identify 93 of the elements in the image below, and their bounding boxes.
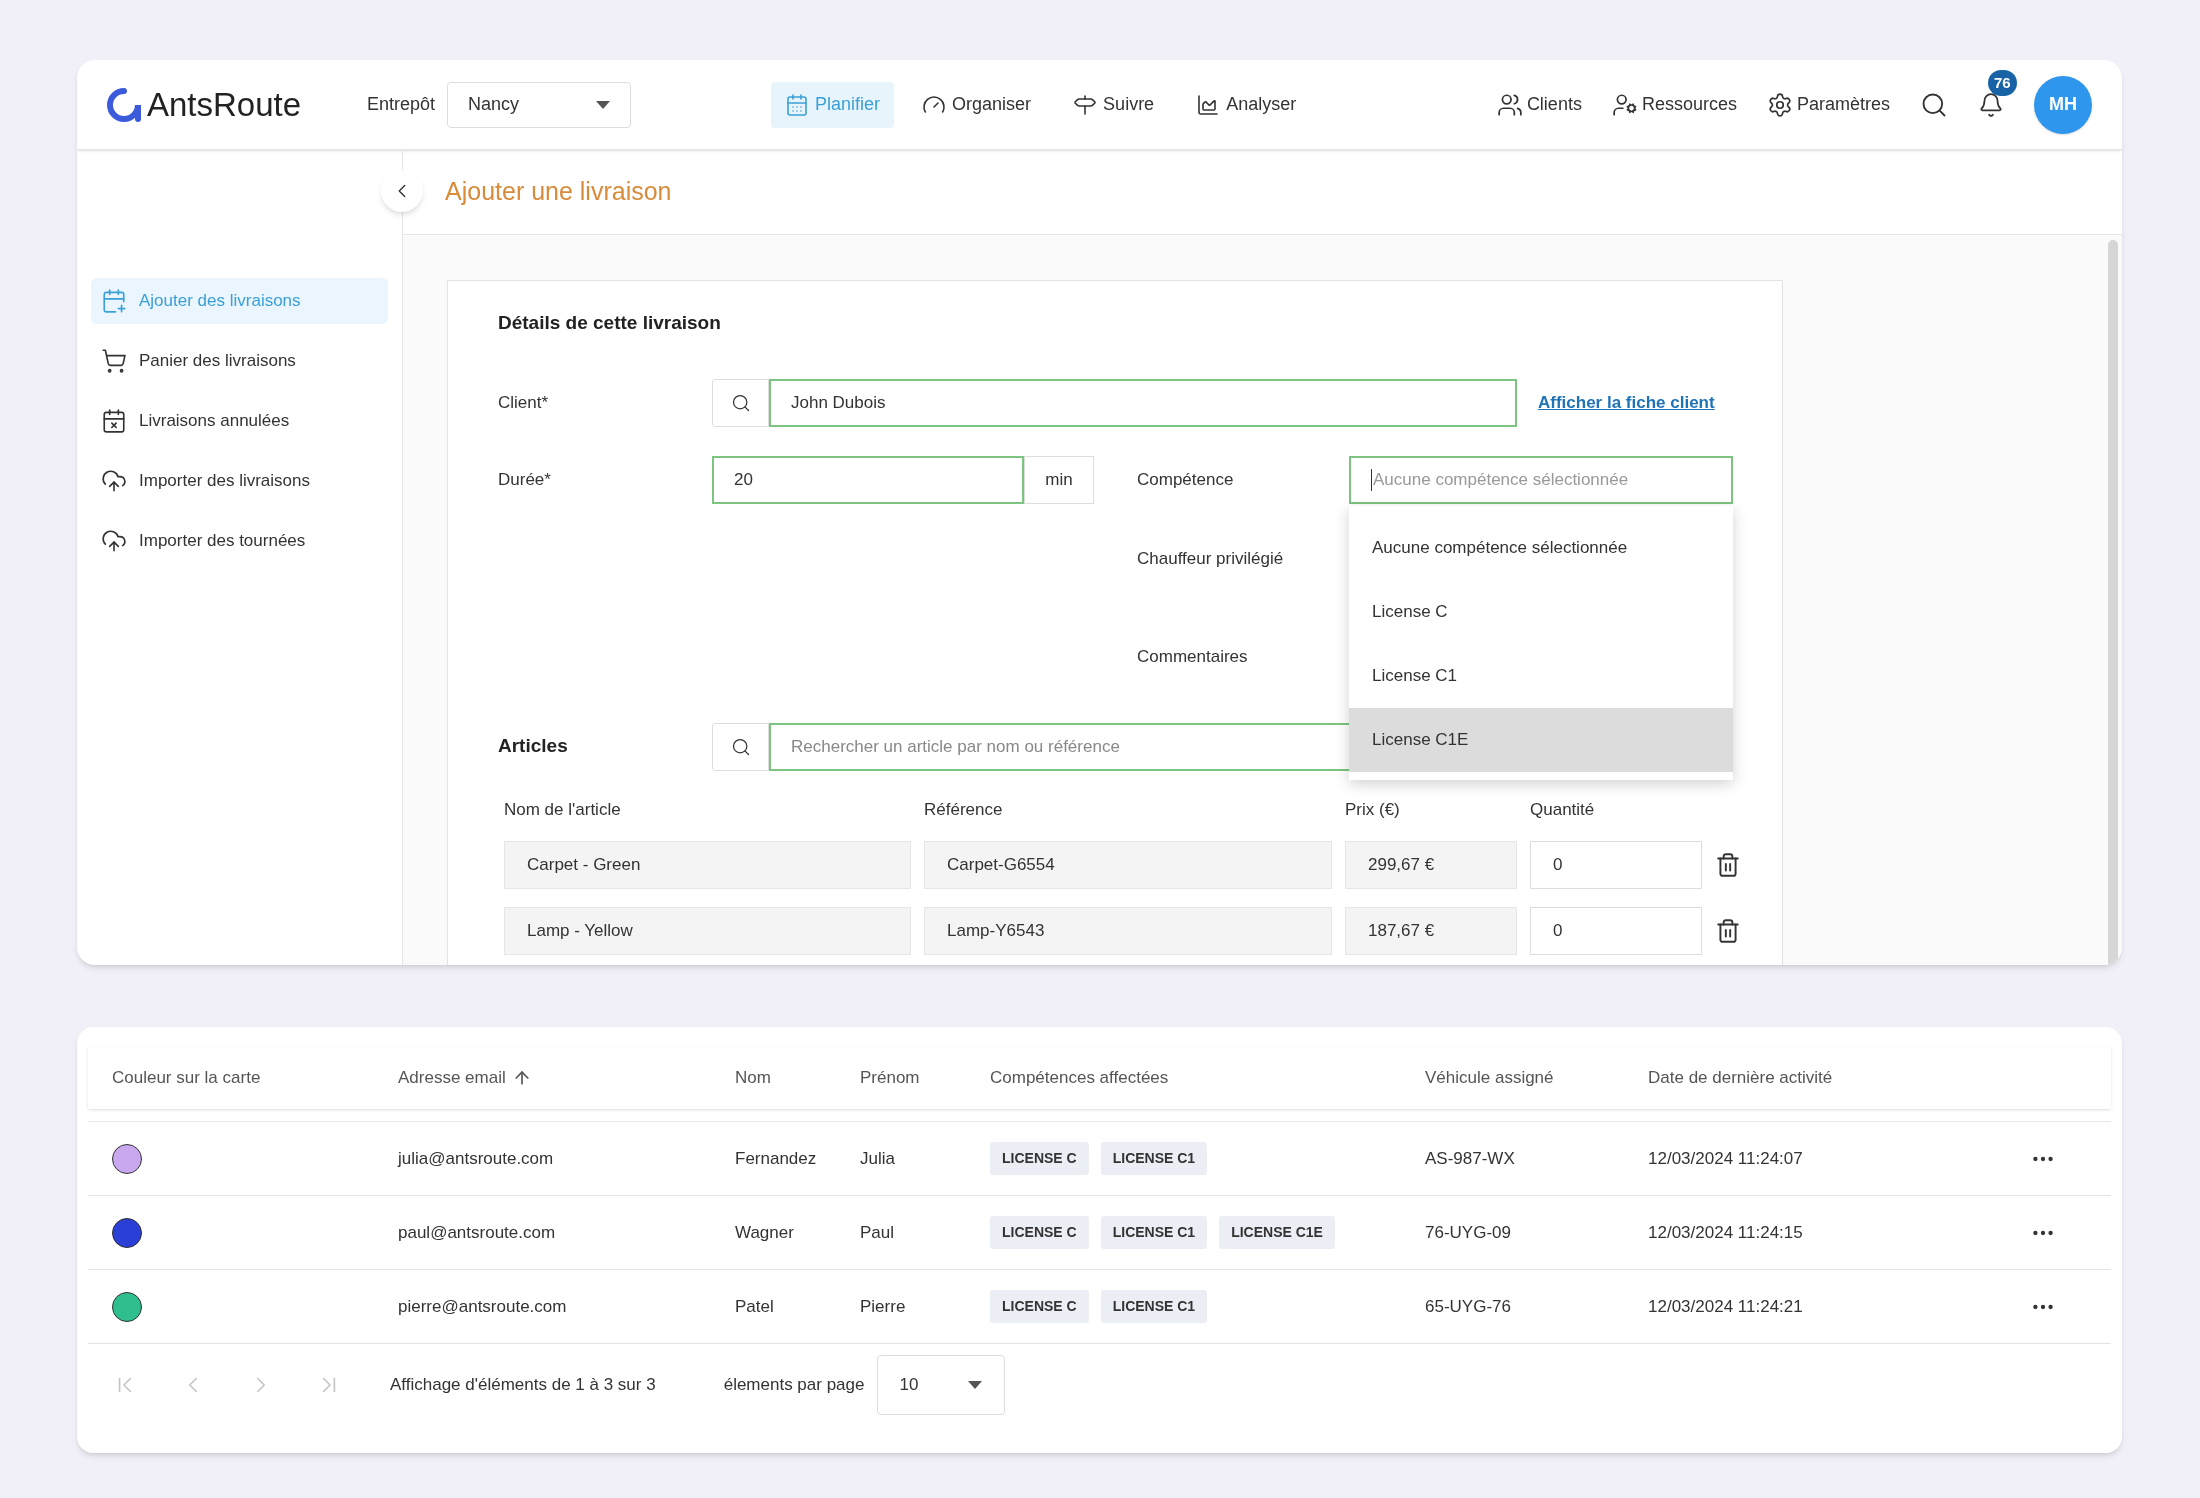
table-cell-text: Pierre	[860, 1295, 907, 1318]
calendar-plus-icon	[101, 288, 127, 314]
table-cell: Lamp - Yellow	[504, 906, 911, 955]
skill-tag: LICENSE C	[990, 1142, 1089, 1175]
sidebar-item[interactable]: Livraisons annulées	[91, 398, 388, 444]
table-cell: Lamp-Y6543	[924, 906, 1332, 955]
logo-icon	[107, 87, 141, 122]
column-header[interactable]: Prénom	[860, 1065, 990, 1091]
nav-tab[interactable]: Analyser	[1182, 81, 1311, 128]
nav-tab[interactable]: Suivre	[1059, 81, 1169, 128]
sidebar-item[interactable]: Panier des livraisons	[91, 338, 388, 384]
area-chart-icon	[1196, 92, 1221, 117]
sidebar-item[interactable]: Importer des tournées	[91, 518, 388, 564]
column-header[interactable]: Adresse email	[398, 1065, 735, 1091]
table-cell-text: 12/03/2024 11:24:07	[1648, 1147, 1804, 1170]
client-link[interactable]: Afficher la fiche client	[1538, 389, 1715, 416]
sidebar-item[interactable]: Importer des livraisons	[91, 458, 388, 504]
table-cell: 187,67 €	[1345, 906, 1517, 955]
field-label: Commentaires	[1137, 646, 1248, 668]
skill-tag: LICENSE C1E	[1219, 1216, 1335, 1249]
skill-tag: LICENSE C1	[1100, 1216, 1208, 1249]
unit-label: min	[1024, 455, 1094, 504]
pagination-summary: Affichage d'éléments de 1 à 3 sur 3	[390, 1374, 656, 1397]
table-cell: 299,67 €	[1345, 840, 1517, 889]
skill-tag: LICENSE C1	[1100, 1142, 1208, 1175]
column-header[interactable]: Couleur sur la carte	[112, 1065, 398, 1091]
form-title: Détails de cette livraison	[498, 311, 722, 335]
search-icon	[712, 378, 769, 427]
column-header: Prix (€)	[1345, 798, 1401, 821]
nav-link[interactable]: Paramètres	[1766, 91, 1890, 118]
table-cell-text: 12/03/2024 11:24:15	[1648, 1221, 1804, 1244]
skill-tag: LICENSE C1	[1100, 1290, 1208, 1323]
bell-icon[interactable]	[1978, 91, 2004, 118]
search-icon	[712, 722, 769, 771]
dropdown-option[interactable]: License C1E	[1349, 708, 1733, 772]
cloud-upload-icon	[101, 468, 127, 494]
trash-icon[interactable]	[1715, 917, 1741, 944]
field-label: Chauffeur privilégié	[1137, 547, 1284, 570]
column-header[interactable]: Compétences affectées	[990, 1065, 1425, 1091]
table-cell-text: Paul	[860, 1221, 896, 1244]
column-header: Référence	[924, 798, 1004, 821]
column-header[interactable]: Nom	[735, 1065, 860, 1091]
table-cell: Carpet-G6554	[924, 840, 1332, 889]
calendar-icon	[785, 92, 810, 117]
table-cell-text: Julia	[860, 1147, 896, 1170]
app-logo: AntsRoute	[147, 84, 302, 125]
nav-link[interactable]: Ressources	[1611, 91, 1737, 118]
settings-icon	[1766, 91, 1793, 118]
notification-badge: 76	[1988, 69, 2017, 96]
cart-icon	[101, 348, 127, 374]
warehouse-label: Entrepôt	[367, 93, 436, 116]
per-page-label: élements par page	[723, 1374, 865, 1397]
field-label: Client*	[498, 391, 550, 414]
column-header[interactable]: Véhicule assigné	[1425, 1065, 1648, 1091]
nav-tab[interactable]: Organiser	[908, 81, 1046, 128]
user-gear-icon	[1611, 91, 1638, 118]
caret-icon	[967, 1381, 982, 1389]
table-cell: Carpet - Green	[504, 840, 911, 889]
nav-link[interactable]: Clients	[1496, 91, 1582, 118]
calendar-x-icon	[101, 408, 127, 434]
column-header: Nom de l'article	[504, 798, 622, 821]
per-page-select[interactable]: 10	[876, 1355, 1005, 1415]
table-cell-text: Fernandez	[735, 1147, 818, 1170]
dropdown-option[interactable]: License C	[1349, 580, 1733, 644]
skill-tag: LICENSE C	[990, 1290, 1089, 1323]
table-cell-text: paul@antsroute.com	[398, 1221, 557, 1244]
trash-icon[interactable]	[1715, 851, 1741, 878]
field-label: Durée*	[498, 468, 552, 491]
field-label: Compétence	[1137, 468, 1235, 491]
page-title: Ajouter une livraison	[445, 176, 672, 208]
caret-icon	[596, 100, 611, 109]
quantity-field[interactable]: 0	[1530, 840, 1702, 889]
table-cell-text: 65-UYG-76	[1425, 1295, 1512, 1318]
table-cell-text: 76-UYG-09	[1425, 1221, 1512, 1244]
table-cell-text: 12/03/2024 11:24:21	[1648, 1295, 1804, 1318]
column-header[interactable]: Date de dernière activité	[1648, 1065, 2030, 1091]
warehouse-select[interactable]: Nancy	[447, 81, 632, 128]
table-cell-text: Wagner	[735, 1221, 795, 1244]
client-field[interactable]: John Dubois	[769, 378, 1517, 427]
table-cell-text: Patel	[735, 1295, 775, 1318]
dropdown-option[interactable]: License C1	[1349, 644, 1733, 708]
cloud-upload-icon	[101, 528, 127, 554]
dropdown-option[interactable]: Aucune compétence sélectionnée	[1349, 516, 1733, 580]
table-cell-text: AS-987-WX	[1425, 1147, 1516, 1170]
signpost-icon	[1073, 92, 1098, 117]
section-label: Articles	[498, 734, 569, 759]
quantity-field[interactable]: 0	[1530, 906, 1702, 955]
table-cell-text: pierre@antsroute.com	[398, 1295, 568, 1318]
skill-tag: LICENSE C	[990, 1216, 1089, 1249]
duration-field[interactable]: 20	[712, 455, 1024, 504]
users-icon	[1496, 91, 1523, 118]
table-cell-text: julia@antsroute.com	[398, 1147, 555, 1170]
column-header: Quantité	[1530, 798, 1596, 821]
